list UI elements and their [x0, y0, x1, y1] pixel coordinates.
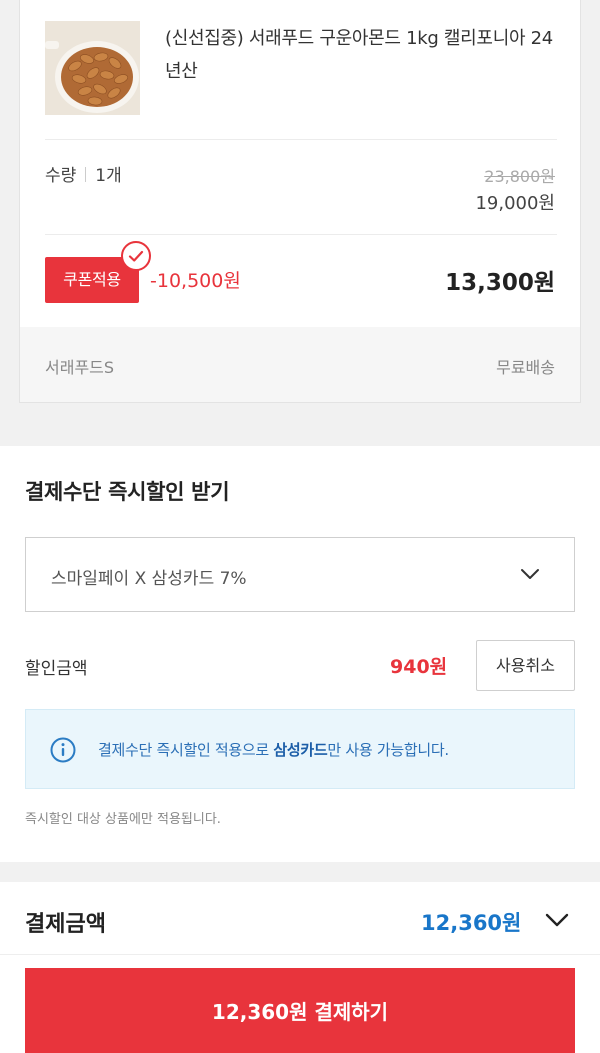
seller-name[interactable]: 서래푸드S: [45, 354, 114, 378]
shipping-info: 무료배송: [496, 358, 555, 377]
product-card: (신선집중) 서래푸드 구운아몬드 1kg 캘리포니아 24년산 수량 1개 23…: [19, 0, 581, 403]
quantity-value: 1개: [95, 166, 122, 186]
payment-total-section: 결제금액 12,360원 12,360원 결제하기: [0, 882, 600, 1053]
info-icon: [50, 737, 76, 767]
payment-method-select[interactable]: 스마일페이 X 삼성카드 7%: [25, 537, 575, 612]
notice-prefix: 결제수단 즉시할인 적용으로: [98, 741, 274, 759]
quantity-row: 수량 1개: [45, 161, 122, 186]
divider: [0, 954, 600, 955]
discount-amount: 940원: [390, 656, 448, 678]
separator: [85, 167, 87, 182]
total-amount[interactable]: 12,360원: [421, 907, 521, 937]
sale-price: 19,000원: [475, 193, 555, 214]
notice-highlight: 삼성카드: [273, 741, 328, 759]
divider: [45, 139, 557, 140]
instant-discount-section: 결제수단 즉시할인 받기 스마일페이 X 삼성카드 7% 할인금액 940원 사…: [0, 446, 600, 862]
chevron-down-icon[interactable]: [545, 912, 569, 931]
chevron-down-icon: [520, 565, 540, 584]
selected-payment-method: 스마일페이 X 삼성카드 7%: [51, 569, 247, 589]
final-price: 13,300원: [445, 270, 555, 296]
footnote: 즉시할인 대상 상품에만 적용됩니다.: [25, 812, 221, 827]
total-label: 결제금액: [25, 912, 106, 937]
divider: [45, 234, 557, 235]
product-name[interactable]: (신선집중) 서래푸드 구운아몬드 1kg 캘리포니아 24년산: [165, 22, 560, 88]
notice-suffix: 만 사용 가능합니다.: [327, 741, 449, 759]
section-title: 결제수단 즉시할인 받기: [25, 480, 230, 504]
info-notice: 결제수단 즉시할인 적용으로 삼성카드만 사용 가능합니다.: [25, 709, 575, 789]
check-circle-icon: [121, 241, 151, 271]
cancel-discount-button[interactable]: 사용취소: [476, 640, 575, 691]
pay-button[interactable]: 12,360원 결제하기: [25, 968, 575, 1053]
coupon-discount-amount: -10,500원: [150, 270, 241, 292]
product-thumbnail[interactable]: [45, 21, 140, 115]
seller-bar: 서래푸드S 무료배송: [20, 327, 580, 402]
original-price: 23,800원: [484, 167, 555, 186]
quantity-label: 수량: [45, 166, 77, 186]
discount-label: 할인금액: [25, 659, 88, 679]
checkout-page: (신선집중) 서래푸드 구운아몬드 1kg 캘리포니아 24년산 수량 1개 23…: [0, 0, 600, 1053]
info-notice-text: 결제수단 즉시할인 적용으로 삼성카드만 사용 가능합니다.: [98, 739, 449, 760]
